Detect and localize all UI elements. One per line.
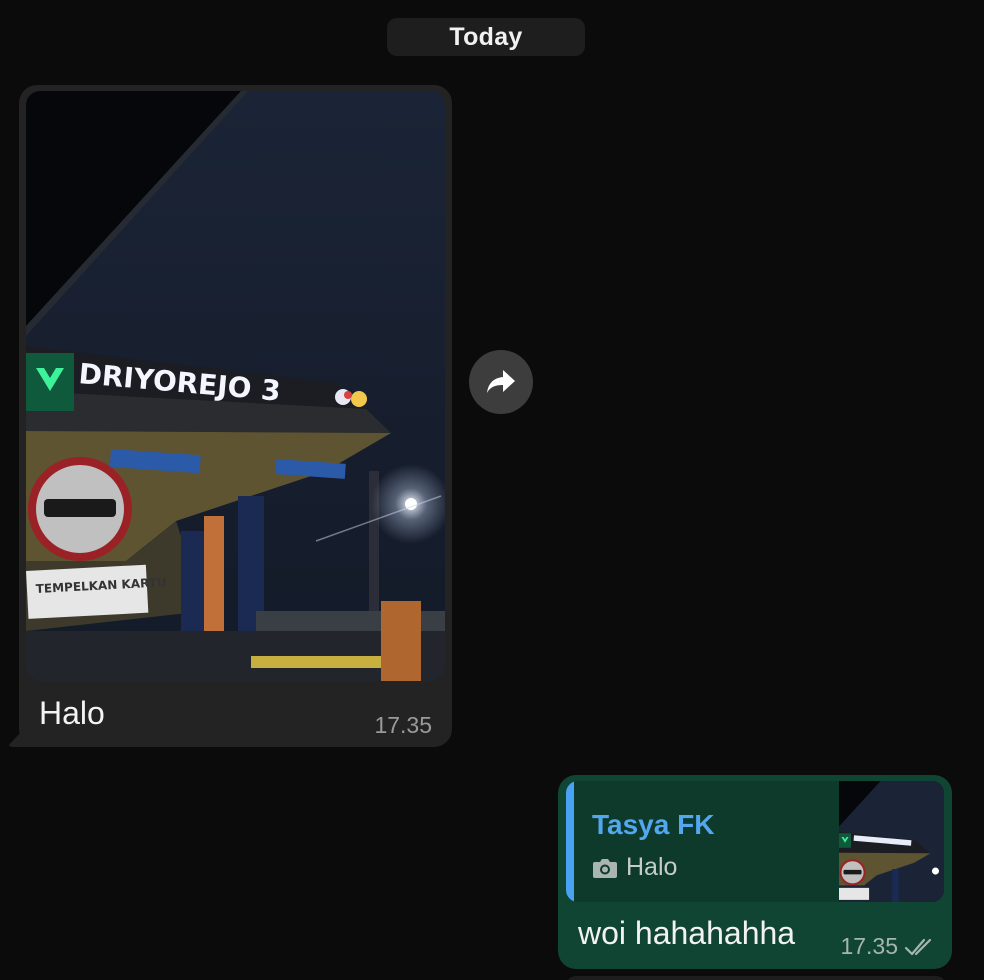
quote-preview-text: Halo (626, 853, 678, 881)
outgoing-meta: 17.35 (840, 933, 936, 960)
message-photo[interactable]: DRIYOREJO 3 TEMPELKAN KARTU (26, 91, 445, 681)
next-message-edge (566, 976, 946, 980)
forward-arrow-icon (487, 370, 515, 393)
incoming-photo-message[interactable]: DRIYOREJO 3 TEMPELKAN KARTU Halo 17.35 (19, 85, 452, 747)
outgoing-message[interactable]: Tasya FK Halo woi hahahahha 17.35 (558, 775, 952, 969)
outgoing-text: woi hahahahha (578, 915, 796, 951)
incoming-caption: Halo (39, 695, 105, 731)
camera-icon (593, 858, 617, 878)
forward-button[interactable] (469, 350, 533, 414)
quote-thumbnail (839, 781, 944, 902)
quote-thumbnail-photo (839, 781, 944, 902)
quote-author: Tasya FK (592, 809, 715, 840)
double-check-icon (904, 938, 932, 955)
chat-view: Today DRIYOREJO 3 TEMPELKAN KARTU Halo 1… (0, 0, 984, 980)
incoming-timestamp: 17.35 (374, 712, 432, 738)
quote-accent-bar (566, 781, 574, 902)
date-separator: Today (387, 18, 585, 56)
toll-gate-photo: DRIYOREJO 3 TEMPELKAN KARTU (26, 91, 445, 681)
outgoing-timestamp: 17.35 (840, 933, 898, 959)
reply-quote[interactable]: Tasya FK Halo (566, 781, 944, 902)
quote-preview: Halo (592, 853, 677, 882)
